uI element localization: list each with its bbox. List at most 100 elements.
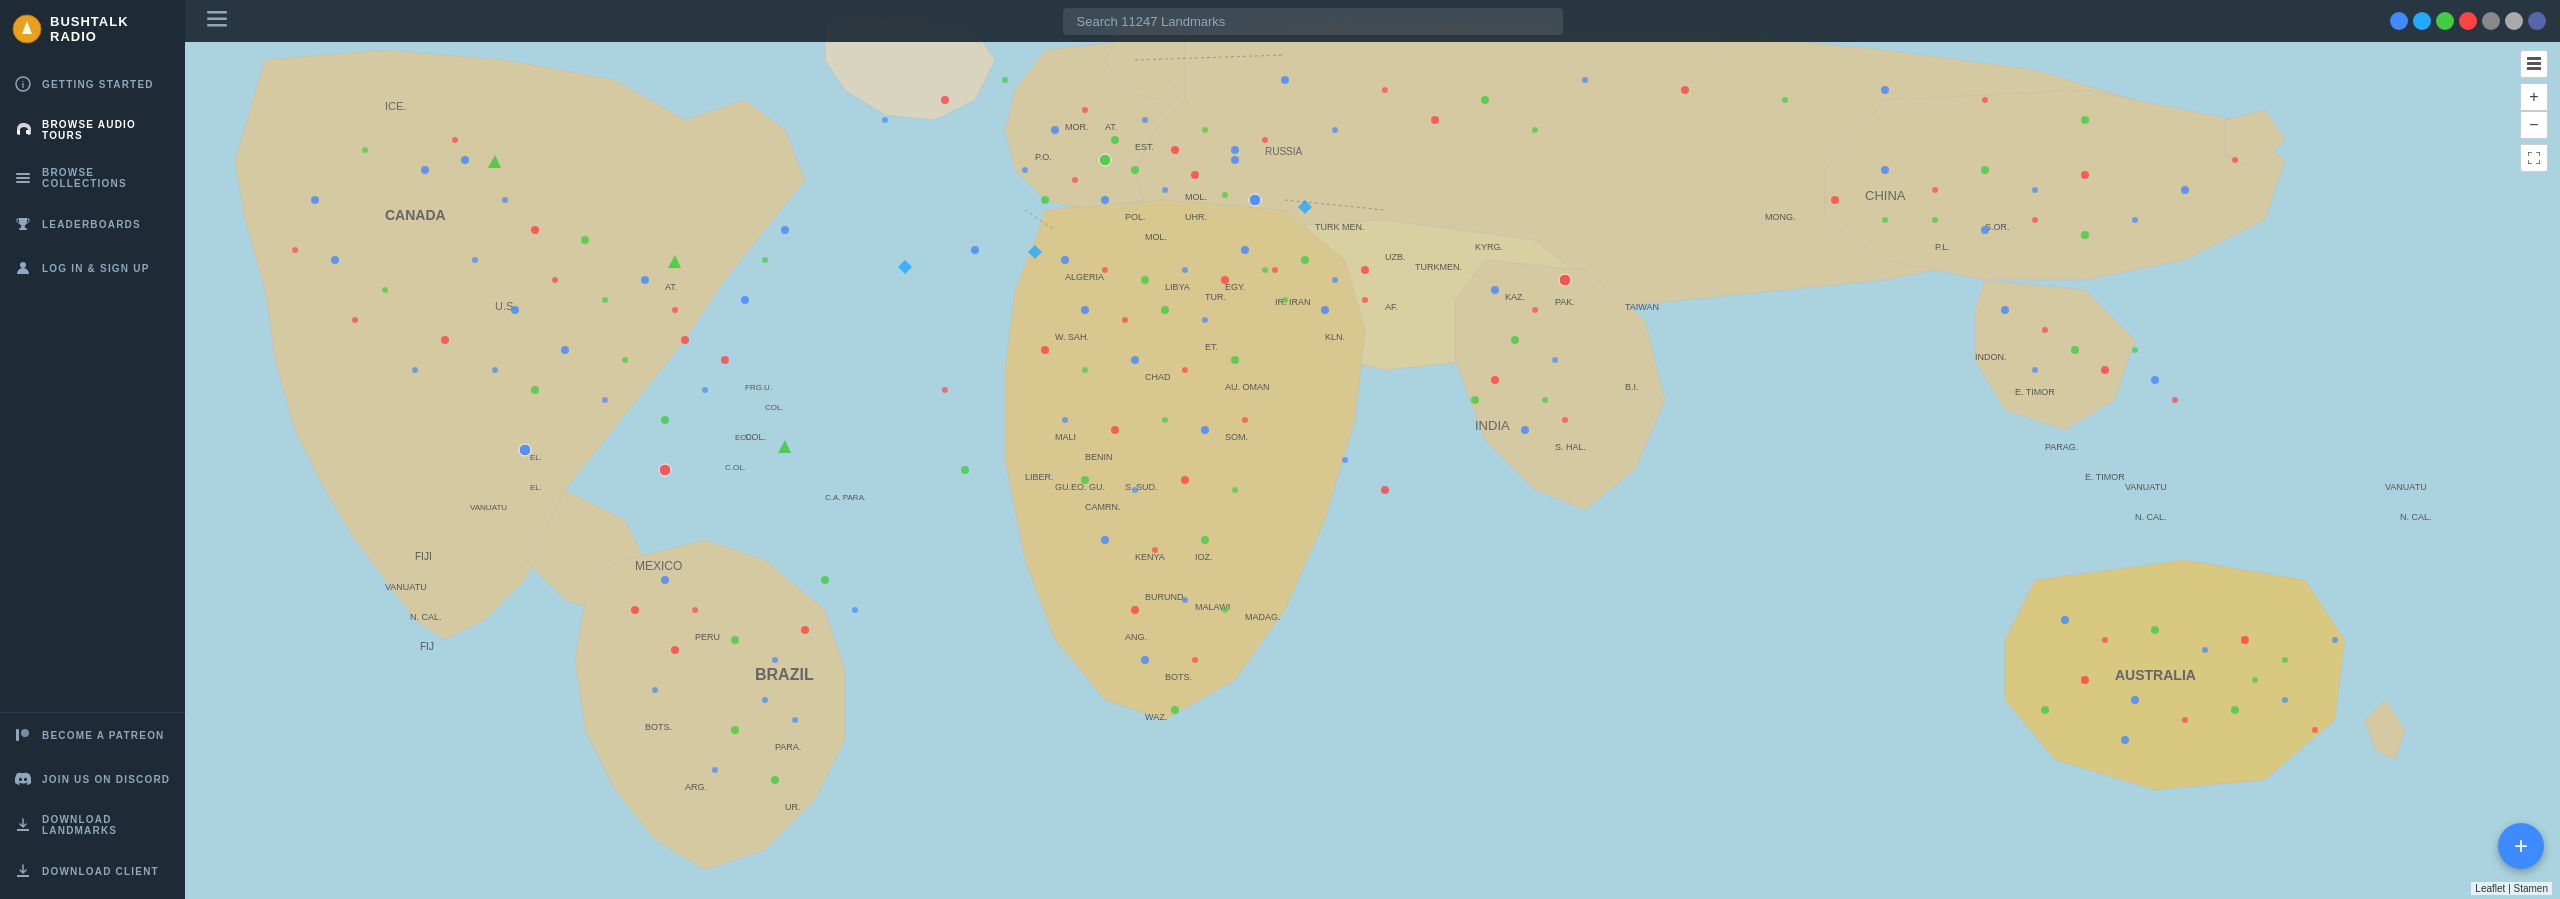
sidebar-item-browse-collections[interactable]: BROWSE COLLECTIONS	[0, 154, 185, 202]
svg-text:S. SUD.: S. SUD.	[1125, 482, 1158, 492]
svg-text:B.I.: B.I.	[1625, 382, 1639, 392]
zoom-in-button[interactable]: +	[2520, 83, 2548, 111]
main-area: CANADA U.S. AT. MEXICO BRAZIL PERU COL. …	[185, 0, 2560, 899]
svg-point-94	[472, 257, 478, 263]
filter-dot-gray1[interactable]	[2482, 12, 2500, 30]
svg-point-243	[2241, 636, 2249, 644]
svg-point-250	[2252, 677, 2258, 683]
svg-point-143	[1202, 127, 1208, 133]
svg-point-244	[2282, 657, 2288, 663]
svg-point-153	[1022, 167, 1028, 173]
svg-point-107	[441, 336, 449, 344]
search-input[interactable]	[1063, 8, 1563, 35]
sidebar-label-join-discord: JOIN US ON DISCORD	[42, 774, 170, 785]
svg-text:MOL.: MOL.	[1185, 192, 1207, 202]
svg-text:INDIA: INDIA	[1475, 418, 1510, 433]
svg-point-165	[1532, 127, 1538, 133]
svg-point-226	[2132, 217, 2138, 223]
info-icon: i	[14, 75, 32, 93]
filter-dot-green[interactable]	[2436, 12, 2454, 30]
svg-text:UHR.: UHR.	[1185, 212, 1207, 222]
svg-text:AU. OMAN: AU. OMAN	[1225, 382, 1270, 392]
svg-text:UR.: UR.	[785, 802, 801, 812]
svg-text:N. CAL.: N. CAL.	[2135, 512, 2167, 522]
svg-text:P.L.: P.L.	[1935, 242, 1950, 252]
svg-point-173	[1081, 306, 1089, 314]
svg-text:PARA.: PARA.	[775, 742, 801, 752]
svg-point-123	[661, 576, 669, 584]
sidebar-item-browse-audio-tours[interactable]: BROWSE AUDIO TOURS	[0, 106, 185, 154]
svg-point-11	[20, 262, 26, 268]
svg-point-168	[1102, 267, 1108, 273]
sidebar-item-download-landmarks[interactable]: DOWNLOAD LANDMARKS	[0, 801, 185, 849]
filter-dot-blue[interactable]	[2390, 12, 2408, 30]
svg-text:MADAG.: MADAG.	[1245, 612, 1281, 622]
svg-point-113	[331, 256, 339, 264]
svg-text:EL.: EL.	[530, 453, 542, 462]
svg-rect-4	[17, 130, 20, 134]
sidebar-label-browse-collections: BROWSE COLLECTIONS	[42, 167, 171, 189]
sidebar-item-getting-started[interactable]: i GETTING STARTED	[0, 62, 185, 106]
zoom-out-button[interactable]: −	[2520, 111, 2548, 139]
sidebar-item-become-patreon[interactable]: BECOME A PATREON	[0, 713, 185, 757]
svg-text:C.A. PARA.: C.A. PARA.	[825, 493, 866, 502]
svg-point-225	[2081, 231, 2089, 239]
svg-point-100	[672, 307, 678, 313]
svg-point-206	[1321, 306, 1329, 314]
svg-point-156	[1481, 96, 1489, 104]
svg-point-190	[1232, 487, 1238, 493]
svg-point-254	[2332, 637, 2338, 643]
sidebar-label-log-in: LOG IN & SIGN UP	[42, 263, 150, 274]
svg-point-147	[1162, 187, 1168, 193]
sidebar-label-download-landmarks: DOWNLOAD LANDMARKS	[42, 814, 171, 836]
svg-point-118	[452, 137, 458, 143]
svg-point-199	[1171, 706, 1179, 714]
map-container[interactable]: CANADA U.S. AT. MEXICO BRAZIL PERU COL. …	[185, 0, 2560, 899]
svg-point-162	[2081, 116, 2089, 124]
headphones-icon	[14, 121, 32, 139]
svg-point-240	[2102, 637, 2108, 643]
menu-button[interactable]	[199, 7, 235, 36]
svg-rect-9	[21, 226, 25, 228]
svg-point-248	[2282, 697, 2288, 703]
svg-text:CHAD: CHAD	[1145, 372, 1171, 382]
svg-point-149	[1222, 192, 1228, 198]
svg-rect-283	[2527, 57, 2541, 60]
sidebar-label-download-client: DOWNLOAD CLIENT	[42, 866, 159, 877]
svg-text:TURK MEN.: TURK MEN.	[1315, 222, 1365, 232]
svg-point-148	[1191, 171, 1199, 179]
svg-text:CHINA: CHINA	[1865, 188, 1906, 203]
filter-dot-red[interactable]	[2459, 12, 2477, 30]
svg-point-256	[941, 96, 949, 104]
filter-dot-darkblue[interactable]	[2528, 12, 2546, 30]
filter-dot-lightblue[interactable]	[2413, 12, 2431, 30]
svg-text:ET.: ET.	[1205, 342, 1218, 352]
svg-text:AT.: AT.	[1105, 122, 1117, 132]
svg-rect-15	[207, 17, 227, 20]
svg-text:KYRG.: KYRG.	[1475, 242, 1503, 252]
svg-text:FRG.U.: FRG.U.	[745, 383, 772, 392]
sidebar-item-download-client[interactable]: DOWNLOAD CLIENT	[0, 849, 185, 893]
filter-dot-gray2[interactable]	[2505, 12, 2523, 30]
svg-text:PARAG.: PARAG.	[2045, 442, 2078, 452]
svg-point-114	[352, 317, 358, 323]
sidebar-item-leaderboards[interactable]: LEADERBOARDS	[0, 202, 185, 246]
sidebar-label-leaderboards: LEADERBOARDS	[42, 219, 141, 230]
sidebar-item-join-discord[interactable]: JOIN US ON DISCORD	[0, 757, 185, 801]
svg-point-125	[731, 636, 739, 644]
svg-point-133	[821, 576, 829, 584]
svg-point-140	[1111, 136, 1119, 144]
svg-point-207	[1362, 297, 1368, 303]
map-layers-button[interactable]	[2520, 50, 2548, 78]
download-client-icon	[14, 862, 32, 880]
svg-point-228	[1882, 217, 1888, 223]
sidebar-item-log-in[interactable]: LOG IN & SIGN UP	[0, 246, 185, 290]
add-button[interactable]: +	[2498, 823, 2544, 869]
svg-text:AT.: AT.	[665, 282, 677, 292]
fullscreen-button[interactable]	[2520, 144, 2548, 172]
svg-point-246	[2182, 717, 2188, 723]
svg-point-194	[1182, 597, 1188, 603]
svg-point-132	[652, 687, 658, 693]
svg-point-202	[1301, 256, 1309, 264]
logo-icon	[12, 14, 42, 44]
